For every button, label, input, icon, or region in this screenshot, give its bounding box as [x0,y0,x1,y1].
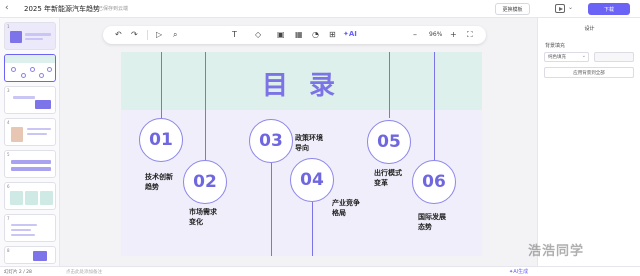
thumbnail-text-block [25,33,51,36]
thumbnail-graphic [10,31,22,43]
thumbnail-number: 7 [7,216,10,221]
toc-item-label[interactable]: 国际发展 态势 [418,212,446,232]
thumbnail-dot [39,73,44,78]
image-icon[interactable]: ▣ [277,30,285,40]
cursor-icon[interactable]: ▷ [156,30,162,40]
thumbnail-text-block [25,38,43,40]
background-color-picker[interactable] [594,52,634,62]
thumbnail-image [11,127,23,142]
thumbnail-graphic [35,100,51,109]
toc-number-circle[interactable]: 01 [139,118,183,162]
slide-canvas[interactable]: 目 录 01 技术创新 趋势 02 市场需求 变化 03 政策环境 导向 04 … [121,52,482,256]
thumbnail-dot [47,67,52,72]
toolbar-divider [147,30,148,40]
toc-number-circle[interactable]: 04 [290,158,334,202]
slide-thumbnail-panel: 1 2 3 4 5 6 7 8 [0,18,60,266]
document-title[interactable]: 2025 年新能源汽车趋势 [24,4,100,14]
bottom-bar: 幻灯片 2 / 28 点击此处添加备注 ✦AI生成 [0,266,640,276]
thumbnail-text-block [27,128,51,130]
undo-icon[interactable]: ↶ [115,30,122,40]
change-template-button[interactable]: 更换模板 [495,3,530,15]
toc-item-label[interactable]: 出行模式 变革 [374,168,402,188]
thumbnail-number: 3 [7,88,10,93]
slide-thumbnail-6[interactable]: 6 [4,182,56,210]
panel-heading: 设计 [584,26,595,32]
toc-number-circle[interactable]: 05 [367,120,411,164]
zoom-in-button[interactable]: + [450,30,457,40]
ai-button[interactable]: ✦AI [343,30,357,38]
thumbnail-number: 6 [7,184,10,189]
background-fill-label: 背景填充 [545,43,566,49]
top-bar: ‹ 2025 年新能源汽车趋势 已保存到云端 更换模板 ⌄ 下载 [0,0,640,18]
design-panel: 设计 背景填充 纯色填充 应用背景到全部 [537,18,640,266]
slide-thumbnail-3[interactable]: 3 [4,86,56,114]
thumbnail-graphic [33,251,47,261]
thumbnail-number: 5 [7,152,10,157]
zoom-out-button[interactable]: – [413,30,417,40]
thumbnail-dot [11,67,16,72]
thumbnail-text-block [11,229,31,231]
thumbnail-text-block [27,133,47,135]
redo-icon[interactable]: ↷ [131,30,138,40]
thumbnail-card [40,191,53,205]
text-icon[interactable]: T [232,30,237,40]
thumbnail-header [5,55,55,63]
thumbnail-text-block [11,234,35,236]
toc-number-circle[interactable]: 02 [183,160,227,204]
thumbnail-number: 1 [7,24,10,29]
watermark-text: 浩浩同学 [528,244,585,259]
thumbnail-number: 4 [7,120,10,125]
shape-icon[interactable]: ◇ [255,30,261,40]
chart-icon[interactable]: ◔ [312,30,319,40]
slide-thumbnail-4[interactable]: 4 [4,118,56,146]
connector-line [271,163,272,256]
thumbnail-card [10,191,23,205]
back-arrow-icon[interactable]: ‹ [5,3,9,13]
fullscreen-icon[interactable]: ⛶ [467,30,473,40]
icon-library-icon[interactable]: ⊞ [329,30,336,40]
ai-generate-button[interactable]: ✦AI生成 [509,268,528,275]
toc-item-label[interactable]: 产业竞争 格局 [332,198,360,218]
slide-counter: 幻灯片 2 / 28 [4,270,32,275]
thumbnail-bar [11,160,51,164]
table-icon[interactable]: ▦ [295,30,303,40]
download-button[interactable]: 下载 [588,3,630,15]
slide-thumbnail-7[interactable]: 7 [4,214,56,242]
apply-background-all-button[interactable]: 应用背景到全部 [544,67,634,78]
thumbnail-number: 8 [7,248,10,253]
toc-number-circle[interactable]: 06 [412,160,456,204]
thumbnail-dot [30,67,35,72]
thumbnail-dot [21,73,26,78]
toc-item-label[interactable]: 市场需求 变化 [189,207,217,227]
connector-line [312,202,313,256]
zoom-level[interactable]: 96% [429,31,442,38]
slide-thumbnail-2[interactable]: 2 [4,54,56,82]
slide-thumbnail-5[interactable]: 5 [4,150,56,178]
slide-title[interactable]: 目 录 [121,65,482,102]
thumbnail-text-block [11,224,37,226]
slide-thumbnail-8[interactable]: 8 [4,246,56,264]
editor-toolbar: ↶ ↷ ▷ ⌕ T ◇ ▣ ▦ ◔ ⊞ ✦AI – 96% + ⛶ [103,26,486,44]
fill-type-select[interactable]: 纯色填充 [544,52,589,62]
save-status: 已保存到云端 [98,6,129,12]
notes-input[interactable]: 点击此处添加备注 [66,269,102,275]
thumbnail-bar [11,167,51,171]
toc-number-circle[interactable]: 03 [249,119,293,163]
toc-item-label[interactable]: 政策环境 导向 [295,133,323,153]
toc-item-label[interactable]: 技术创新 趋势 [145,172,173,192]
search-icon[interactable]: ⌕ [173,30,177,40]
thumbnail-card [25,191,38,205]
thumbnail-text-block [13,96,35,99]
chevron-down-icon[interactable]: ⌄ [568,4,573,11]
play-icon[interactable] [555,4,565,13]
slide-thumbnail-1[interactable]: 1 [4,22,56,50]
